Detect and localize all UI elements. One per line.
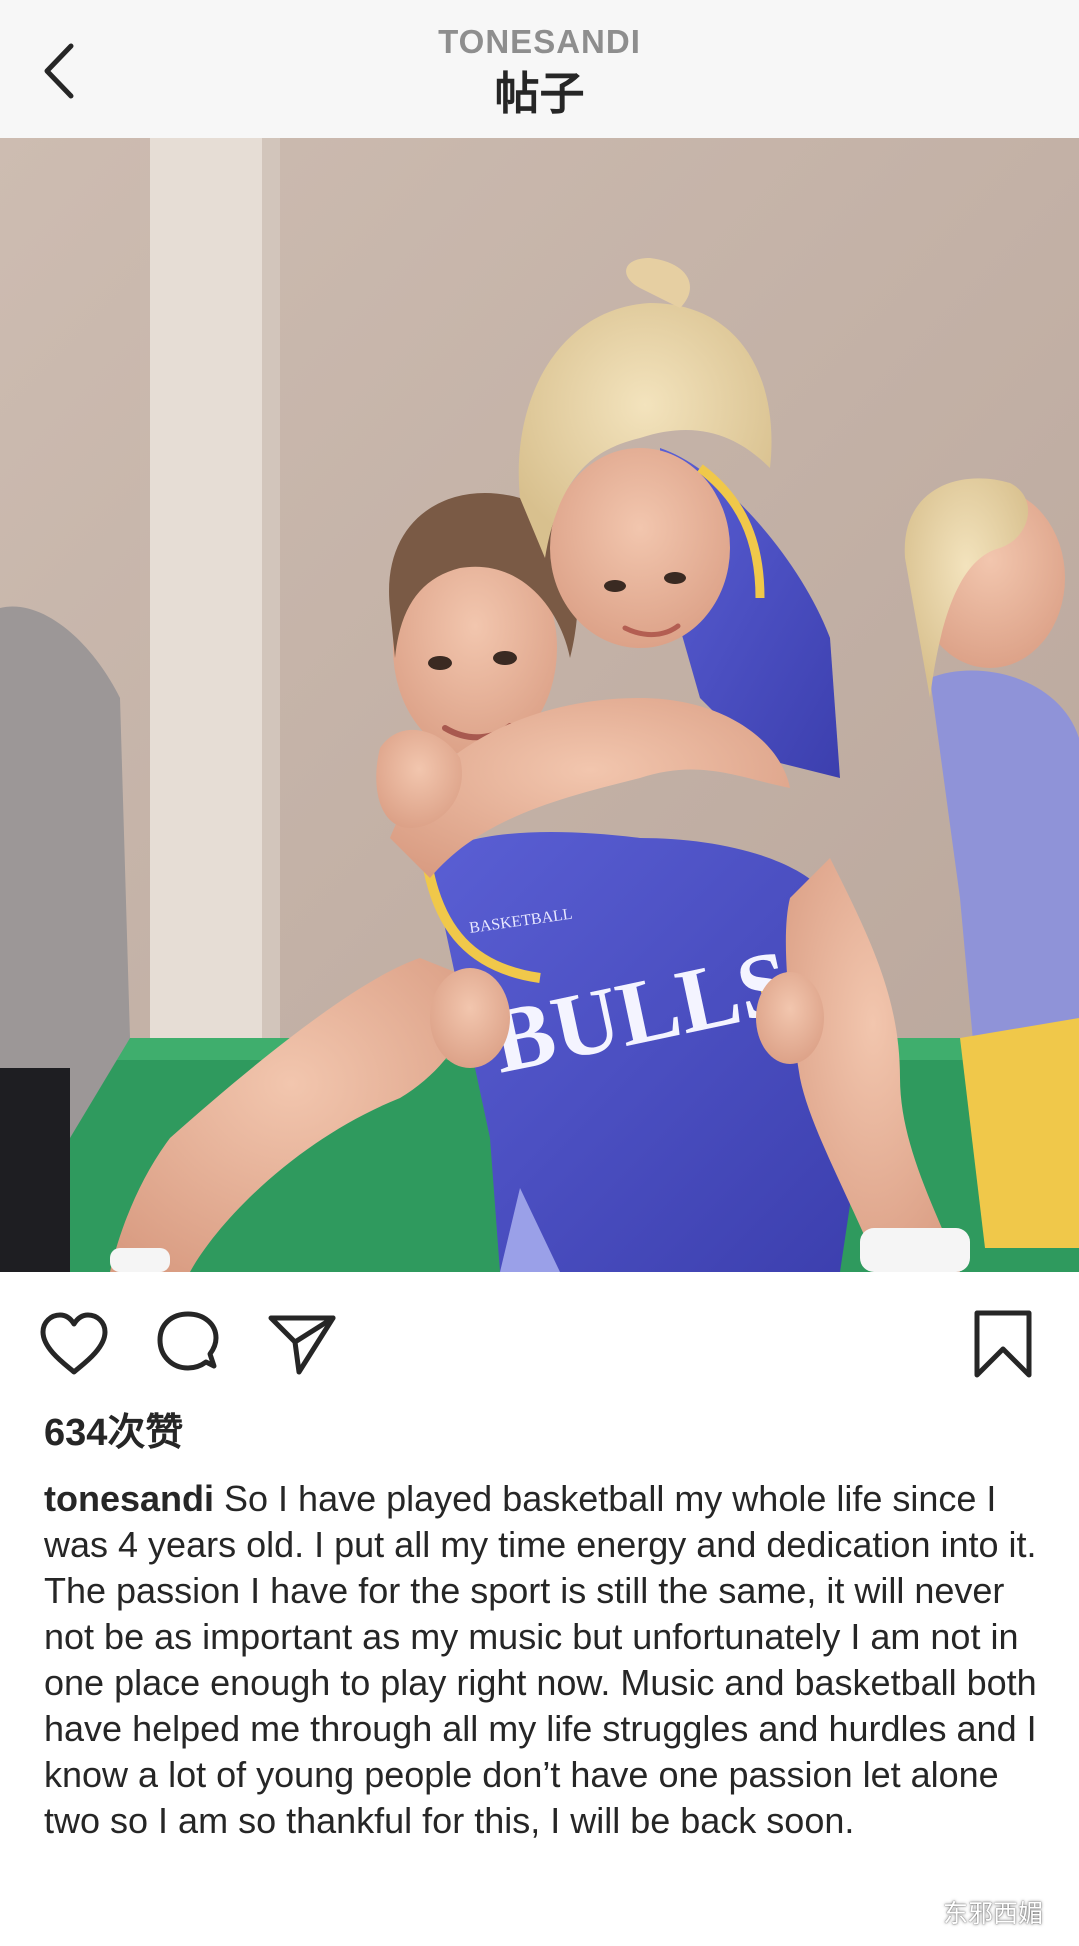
watermark-text: 东邪西媚 — [942, 1900, 1043, 1928]
post-photo-illustration: BASKETBALL BULLS — [0, 138, 1079, 1272]
post-photo[interactable]: BASKETBALL BULLS — [0, 138, 1079, 1272]
send-icon — [268, 1315, 336, 1375]
top-nav-bar: TONESANDI 帖子 — [0, 0, 1079, 138]
header-titles: TONESANDI 帖子 — [0, 22, 1079, 122]
save-button[interactable] — [965, 1306, 1041, 1382]
photo-pillar — [150, 138, 280, 1038]
post-caption: tonesandi So I have played basketball my… — [44, 1476, 1044, 1844]
like-button[interactable] — [36, 1306, 112, 1382]
comment-button[interactable] — [150, 1306, 226, 1382]
post-action-bar — [0, 1272, 1079, 1412]
caption-username[interactable]: tonesandi — [44, 1478, 214, 1519]
watermark: 东邪西媚 — [907, 1894, 1043, 1930]
header-account-name: TONESANDI — [438, 23, 641, 60]
share-button[interactable] — [264, 1306, 340, 1382]
caption-text: So I have played basketball my whole lif… — [44, 1478, 1037, 1841]
wechat-icon — [907, 1901, 936, 1923]
page-title: 帖子 — [494, 68, 585, 119]
bookmark-icon — [974, 1310, 1032, 1378]
photo-rider-face — [550, 448, 730, 648]
heart-icon — [40, 1312, 108, 1375]
comment-icon — [157, 1311, 219, 1371]
photo-left-person — [0, 606, 130, 1148]
likes-count[interactable]: 634次赞 — [44, 1408, 183, 1458]
